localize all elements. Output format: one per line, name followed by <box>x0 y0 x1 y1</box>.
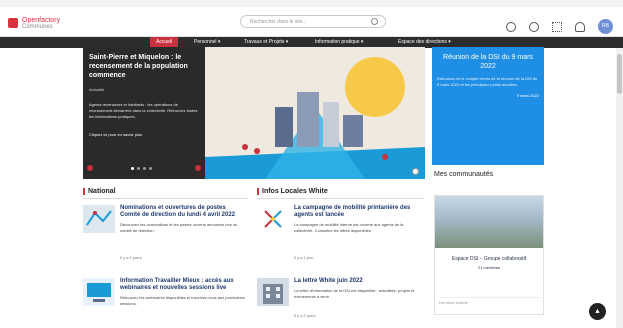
carousel-dots <box>131 167 152 170</box>
news-thumbnail-mobility <box>257 205 289 233</box>
news-date: Il y a 1 jour <box>294 255 314 260</box>
section-heading-national: National <box>83 188 116 195</box>
section-divider <box>257 198 424 199</box>
news-body: La lettre d'information de la DSI est di… <box>294 288 415 299</box>
header-icons: RB <box>506 19 613 34</box>
hero-link[interactable]: Cliquez ici pour en savoir plus <box>89 132 199 137</box>
section-divider <box>83 198 248 199</box>
community-card-image <box>435 196 543 248</box>
user-avatar[interactable]: RB <box>598 19 613 34</box>
notifications-bell-icon[interactable] <box>575 21 585 32</box>
news-title[interactable]: Information Travailler Mieux : accès aux… <box>120 278 245 292</box>
scroll-to-top-button[interactable]: ▲ <box>589 303 606 320</box>
scrollbar-thumb[interactable] <box>617 54 622 94</box>
section-heading-infos-locales: Infos Locales White <box>257 188 328 195</box>
help-icon[interactable] <box>506 21 516 32</box>
search-input[interactable]: Rechercher dans le site... <box>240 15 386 28</box>
site-logo[interactable]: Openfactory Communes <box>8 15 103 31</box>
news-card[interactable]: La campagne de mobilité printanière des … <box>257 205 424 265</box>
dsi-date: 9 mars 2022 <box>516 93 539 98</box>
hero-tag: Actualité <box>89 87 105 92</box>
search-placeholder: Rechercher dans le site... <box>250 19 307 25</box>
hero-illustration <box>205 47 425 179</box>
browser-bar <box>0 0 623 7</box>
dsi-highlight-panel[interactable]: Réunion de la DSI du 9 mars 2022 Retrouv… <box>432 47 544 165</box>
carousel-pause-icon[interactable] <box>412 168 419 175</box>
hero-carousel[interactable]: Saint-Pierre et Miquelon : le recensemen… <box>83 47 425 179</box>
communes-heading: Mes communautés <box>434 171 494 178</box>
news-card[interactable]: La lettre White juin 2022 La lettre d'in… <box>257 278 424 323</box>
logo-line-1: Openfactory <box>22 16 61 24</box>
carousel-dot[interactable] <box>143 167 146 170</box>
news-title[interactable]: La campagne de mobilité printanière des … <box>294 205 421 219</box>
news-body: La campagne de mobilité interne est ouve… <box>294 222 404 233</box>
dsi-heading[interactable]: Réunion de la DSI du 9 mars 2022 <box>437 53 539 71</box>
community-card-title[interactable]: Espace DSI – Groupe collaboratif <box>435 256 543 263</box>
page-scrollbar[interactable] <box>616 48 623 328</box>
news-title[interactable]: Nominations et ouvertures de postes Comi… <box>120 205 245 219</box>
dsi-paragraph: Retrouvez ici le compte rendu de la réun… <box>437 76 538 87</box>
news-title[interactable]: La lettre White juin 2022 <box>294 278 421 285</box>
news-date: Il y a 2 jours <box>120 255 142 260</box>
settings-icon[interactable] <box>529 21 539 32</box>
search-icon[interactable] <box>371 18 378 25</box>
news-thumbnail-map <box>83 205 115 233</box>
community-card[interactable]: Espace DSI – Groupe collaboratif 21 memb… <box>434 195 544 315</box>
community-card-footer: Dernière activité <box>439 297 541 305</box>
hero-text-panel: Saint-Pierre et Miquelon : le recensemen… <box>83 47 205 179</box>
community-card-members: 21 membres <box>477 265 501 270</box>
news-thumbnail-webinar <box>83 278 115 306</box>
logo-mark-icon <box>8 18 18 28</box>
news-body: Découvrez les nominations et les postes … <box>120 222 238 233</box>
carousel-dot[interactable] <box>149 167 152 170</box>
news-date: Il y a 2 jours <box>294 313 316 318</box>
top-header: Openfactory Communes Rechercher dans le … <box>0 7 623 37</box>
logo-line-2: Communes <box>22 23 53 30</box>
news-card[interactable]: Nominations et ouvertures de postes Comi… <box>83 205 248 265</box>
apps-grid-icon[interactable] <box>552 21 562 32</box>
news-body: Retrouvez les webinaires disponibles et … <box>120 295 245 306</box>
carousel-prev-icon[interactable] <box>87 165 93 171</box>
carousel-dot[interactable] <box>131 167 134 170</box>
carousel-next-icon[interactable] <box>195 165 201 171</box>
carousel-dot[interactable] <box>137 167 140 170</box>
news-card[interactable]: Information Travailler Mieux : accès aux… <box>83 278 248 323</box>
hero-body: Agents recenseurs et habitants : les opé… <box>89 102 198 119</box>
hero-title[interactable]: Saint-Pierre et Miquelon : le recensemen… <box>89 53 199 80</box>
news-thumbnail-building <box>257 278 289 306</box>
